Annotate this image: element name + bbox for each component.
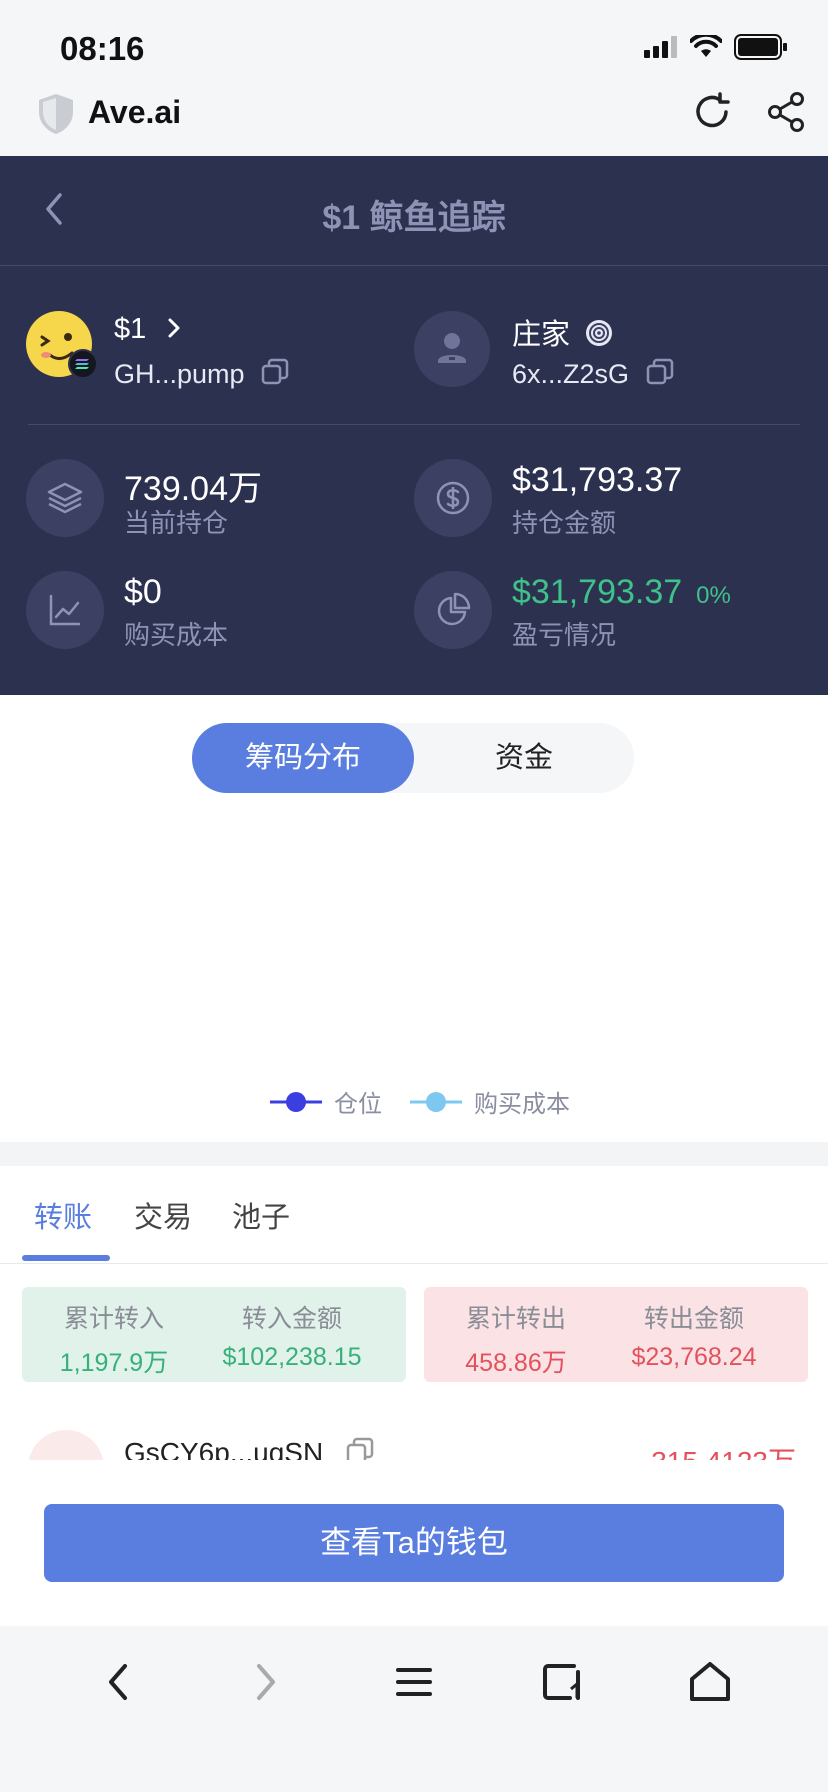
solana-chain-icon bbox=[68, 349, 98, 379]
dealer-avatar bbox=[414, 311, 490, 387]
tab-transfers[interactable]: 转账 bbox=[34, 1194, 92, 1236]
dollar-circle-icon bbox=[414, 459, 492, 537]
chevron-right-icon bbox=[168, 318, 180, 338]
activity-tabs: 转账 交易 池子 bbox=[0, 1166, 828, 1264]
pnl-value: $31,793.37 0% bbox=[512, 573, 731, 612]
cost-value: $0 bbox=[124, 573, 162, 611]
in-total: 累计转入 1,197.9万 bbox=[59, 1305, 169, 1377]
out-amount: 转出金额 $23,768.24 bbox=[631, 1305, 757, 1371]
layers-icon bbox=[26, 459, 104, 537]
segment-funds[interactable]: 资金 bbox=[414, 723, 634, 793]
home-icon[interactable] bbox=[680, 1652, 740, 1712]
whale-tracker-header: $1 鲸鱼追踪 $1 GH...pump 庄家 6x...Z2sG 739.04… bbox=[0, 156, 828, 695]
copy-icon[interactable] bbox=[345, 1436, 375, 1460]
pie-chart-icon bbox=[414, 571, 492, 649]
token-address: GH...pump bbox=[114, 357, 290, 390]
battery-icon bbox=[734, 34, 787, 60]
legend-cost: 购买成本 bbox=[410, 1084, 570, 1119]
menu-icon[interactable] bbox=[384, 1652, 444, 1712]
site-name: Ave.ai bbox=[88, 94, 182, 130]
browser-url-bar: Ave.ai bbox=[0, 76, 828, 156]
pnl-percent: 0% bbox=[696, 582, 731, 609]
row-address: GsCY6p...uqSN bbox=[124, 1436, 375, 1460]
nav-bar: $1 鲸鱼追踪 bbox=[0, 156, 828, 266]
dealer-name: 庄家 bbox=[512, 311, 614, 353]
divider bbox=[28, 424, 800, 425]
shield-icon bbox=[39, 94, 73, 134]
status-bar: 08:16 bbox=[0, 0, 828, 76]
holding-label: 当前持仓 bbox=[124, 508, 229, 538]
browser-forward-icon[interactable] bbox=[236, 1652, 296, 1712]
status-icons bbox=[644, 34, 788, 60]
share-icon[interactable] bbox=[764, 90, 808, 134]
row-amount: -315.4123万 bbox=[642, 1440, 796, 1460]
view-wallet-button[interactable]: 查看Ta的钱包 bbox=[44, 1504, 784, 1582]
holding-amount-value: $31,793.37 bbox=[512, 461, 683, 499]
page-title: $1 鲸鱼追踪 bbox=[322, 199, 506, 237]
tab-underline bbox=[22, 1255, 110, 1261]
token-name[interactable]: $1 bbox=[114, 313, 184, 346]
transfer-out-card: 累计转出 458.86万 转出金额 $23,768.24 bbox=[424, 1287, 808, 1382]
out-total: 累计转出 458.86万 bbox=[465, 1305, 567, 1377]
row-avatar bbox=[28, 1430, 104, 1460]
cost-label: 购买成本 bbox=[124, 620, 229, 650]
stat-holding-amount: $31,793.37 持仓金额 bbox=[414, 459, 794, 539]
tab-trades[interactable]: 交易 bbox=[134, 1194, 192, 1236]
wifi-icon bbox=[690, 35, 722, 57]
dealer-address: 6x...Z2sG bbox=[512, 357, 675, 390]
target-badge-icon bbox=[586, 320, 613, 346]
token-info[interactable]: $1 GH...pump bbox=[26, 311, 406, 391]
pnl-label: 盈亏情况 bbox=[512, 620, 617, 650]
copy-icon[interactable] bbox=[645, 357, 675, 387]
browser-toolbar bbox=[0, 1626, 828, 1792]
legend-marker-position bbox=[270, 1091, 322, 1112]
signal-icon bbox=[644, 36, 677, 58]
chart-legend: 仓位 购买成本 bbox=[270, 1084, 588, 1119]
holding-amount-label: 持仓金额 bbox=[512, 508, 617, 538]
tab-pools[interactable]: 池子 bbox=[232, 1194, 290, 1236]
legend-marker-cost bbox=[410, 1091, 462, 1112]
reload-icon[interactable] bbox=[690, 90, 734, 134]
transfer-row[interactable]: GsCY6p...uqSN -315.4123万 bbox=[0, 1420, 828, 1460]
person-icon bbox=[438, 333, 466, 363]
in-amount: 转入金额 $102,238.15 bbox=[222, 1305, 362, 1371]
stat-pnl: $31,793.37 0% 盈亏情况 bbox=[414, 571, 794, 651]
status-time: 08:16 bbox=[60, 30, 145, 67]
copy-icon[interactable] bbox=[260, 357, 290, 387]
segment-chip-distribution[interactable]: 筹码分布 bbox=[192, 723, 414, 793]
chart-mode-toggle: 筹码分布 资金 bbox=[192, 723, 634, 793]
stat-cost: $0 购买成本 bbox=[26, 571, 406, 651]
browser-back-icon[interactable] bbox=[88, 1652, 148, 1712]
pnl-amount: $31,793.37 bbox=[512, 573, 683, 611]
stat-holding: 739.04万 当前持仓 bbox=[26, 459, 406, 539]
section-separator bbox=[0, 1142, 828, 1166]
line-chart-icon bbox=[26, 571, 104, 649]
dealer-info[interactable]: 庄家 6x...Z2sG bbox=[414, 311, 814, 391]
legend-position: 仓位 bbox=[270, 1084, 382, 1119]
transfer-in-card: 累计转入 1,197.9万 转入金额 $102,238.15 bbox=[22, 1287, 406, 1382]
tabs-icon[interactable] bbox=[532, 1652, 592, 1712]
